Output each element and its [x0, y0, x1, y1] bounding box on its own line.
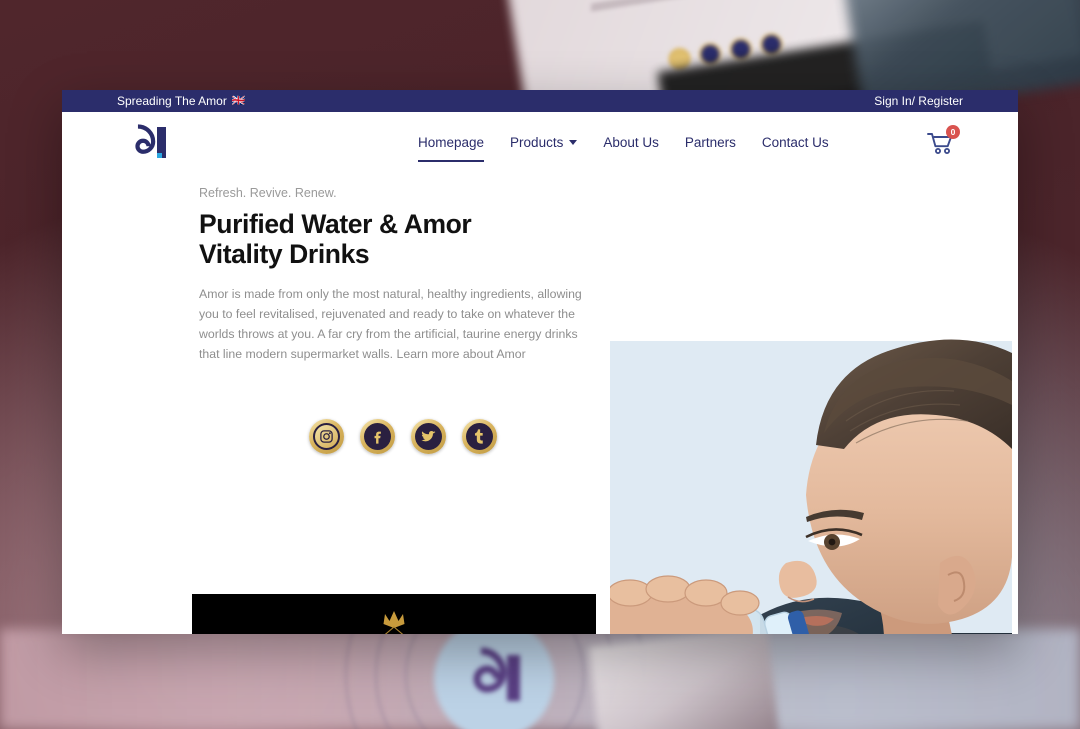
nav-link-homepage-label: Homepage [418, 134, 485, 150]
cart-button[interactable]: 0 [926, 125, 960, 158]
gold-crown-crest-icon [383, 610, 405, 634]
twitter-icon [415, 423, 442, 451]
nav-link-contact-us-label: Contact Us [761, 134, 829, 150]
nav-link-products[interactable]: Products [510, 129, 578, 156]
background-text-lines [590, 0, 750, 32]
hero-copy: Refresh. Revive. Renew. Purified Water &… [199, 186, 599, 455]
background-spiral-logo-icon [455, 639, 535, 719]
uk-flag-icon: 🇬🇧 [231, 94, 246, 107]
website-page: Spreading The Amor 🇬🇧 Sign In/ Register … [62, 90, 1018, 634]
announcement-bar: Spreading The Amor 🇬🇧 Sign In/ Register [62, 90, 1018, 112]
hero-body-text: Amor is made from only the most natural,… [199, 287, 582, 362]
hero-eyebrow: Refresh. Revive. Renew. [199, 186, 337, 200]
social-link-tumblr[interactable] [462, 419, 497, 455]
nav-link-about-us-label: About Us [603, 134, 659, 150]
nav-link-partners-label: Partners [684, 134, 736, 150]
instagram-icon [313, 423, 340, 451]
page-title: Purified Water & Amor Vitality Drinks [199, 209, 472, 270]
account-links[interactable]: Sign In/ Register [874, 94, 963, 108]
chevron-down-icon [569, 139, 578, 145]
sign-in-register-link[interactable]: Sign In/ Register [874, 94, 963, 108]
hero-section: Refresh. Revive. Renew. Purified Water &… [62, 172, 1018, 634]
background-photo-bottom [588, 627, 780, 729]
social-link-twitter[interactable] [411, 419, 446, 455]
nav-link-partners[interactable]: Partners [685, 129, 736, 156]
tumblr-icon [466, 423, 493, 451]
photo-illustration: amor PURE H2O [610, 263, 1012, 634]
main-navigation: Homepage Products About Us Partners Cont… [62, 112, 1018, 172]
social-link-instagram[interactable] [309, 419, 344, 455]
nav-link-homepage[interactable]: Homepage [418, 129, 485, 162]
announcement-message: Spreading The Amor [117, 94, 227, 108]
announcement-message-group: Spreading The Amor 🇬🇧 [117, 94, 246, 108]
social-links [199, 419, 599, 455]
social-link-facebook[interactable] [360, 419, 395, 455]
amor-couture-banner[interactable]: MOR couture [192, 594, 596, 634]
amor-spiral-logo[interactable] [124, 120, 172, 164]
nav-link-products-label: Products [510, 134, 564, 150]
facebook-icon [364, 423, 391, 451]
nav-link-contact-us[interactable]: Contact Us [762, 129, 829, 156]
nav-link-about-us[interactable]: About Us [603, 129, 659, 156]
cart-count-badge: 0 [946, 125, 960, 139]
man-drinking-water-photo: amor PURE H2O [610, 263, 1012, 634]
nav-links: Homepage Products About Us Partners Cont… [418, 112, 829, 172]
